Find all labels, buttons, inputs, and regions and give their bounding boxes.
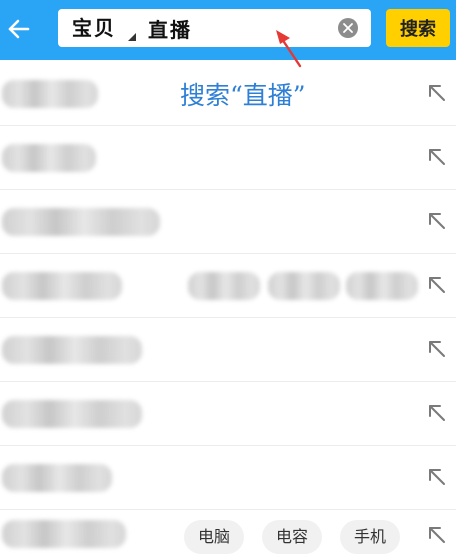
fill-suggestion-arrow-icon[interactable] bbox=[426, 274, 448, 296]
fill-suggestion-arrow-icon[interactable] bbox=[426, 338, 448, 360]
blurred-suggestion-text bbox=[2, 208, 160, 236]
back-arrow-icon bbox=[8, 19, 30, 39]
fill-suggestion-arrow-icon[interactable] bbox=[426, 146, 448, 168]
header: 宝贝 搜索 bbox=[0, 0, 456, 60]
blurred-suggestion-text bbox=[2, 272, 122, 300]
clear-button[interactable] bbox=[338, 18, 358, 38]
fill-suggestion-arrow-icon[interactable] bbox=[426, 210, 448, 232]
blurred-suggestion-text bbox=[2, 144, 96, 172]
suggestion-row[interactable] bbox=[0, 126, 456, 190]
fill-suggestion-arrow-icon[interactable] bbox=[426, 524, 448, 546]
suggestion-chip-shouji[interactable]: 手机 bbox=[340, 520, 401, 554]
blurred-suggestion-text bbox=[2, 336, 142, 364]
fill-suggestion-arrow-icon[interactable] bbox=[426, 466, 448, 488]
fill-suggestion-arrow-icon[interactable] bbox=[426, 402, 448, 424]
suggestion-chip-dianrong[interactable]: 电容 bbox=[262, 520, 323, 554]
fill-suggestion-arrow-icon[interactable] bbox=[426, 82, 448, 104]
suggestion-row[interactable] bbox=[0, 446, 456, 510]
blurred-suggestion-text bbox=[2, 80, 98, 108]
back-button[interactable] bbox=[4, 12, 34, 46]
search-button[interactable]: 搜索 bbox=[386, 9, 450, 47]
blurred-chip bbox=[188, 272, 260, 300]
search-scope-selector[interactable]: 宝贝 bbox=[72, 9, 116, 47]
blurred-suggestion-text bbox=[2, 400, 142, 428]
suggestion-row[interactable] bbox=[0, 382, 456, 446]
clear-icon bbox=[343, 23, 353, 33]
search-box: 宝贝 bbox=[58, 9, 371, 47]
suggestion-row[interactable] bbox=[0, 318, 456, 382]
blurred-chip bbox=[346, 272, 418, 300]
caret-icon bbox=[128, 33, 136, 41]
suggestion-chip-diannao[interactable]: 电脑 bbox=[184, 520, 245, 554]
suggestion-row[interactable]: 电脑 电容 手机 bbox=[0, 510, 456, 554]
suggestion-row[interactable] bbox=[0, 254, 456, 318]
suggestion-row[interactable] bbox=[0, 62, 456, 126]
blurred-suggestion-text bbox=[2, 520, 126, 548]
suggestion-row[interactable] bbox=[0, 190, 456, 254]
blurred-chip bbox=[268, 272, 340, 300]
blurred-suggestion-text bbox=[2, 464, 112, 492]
